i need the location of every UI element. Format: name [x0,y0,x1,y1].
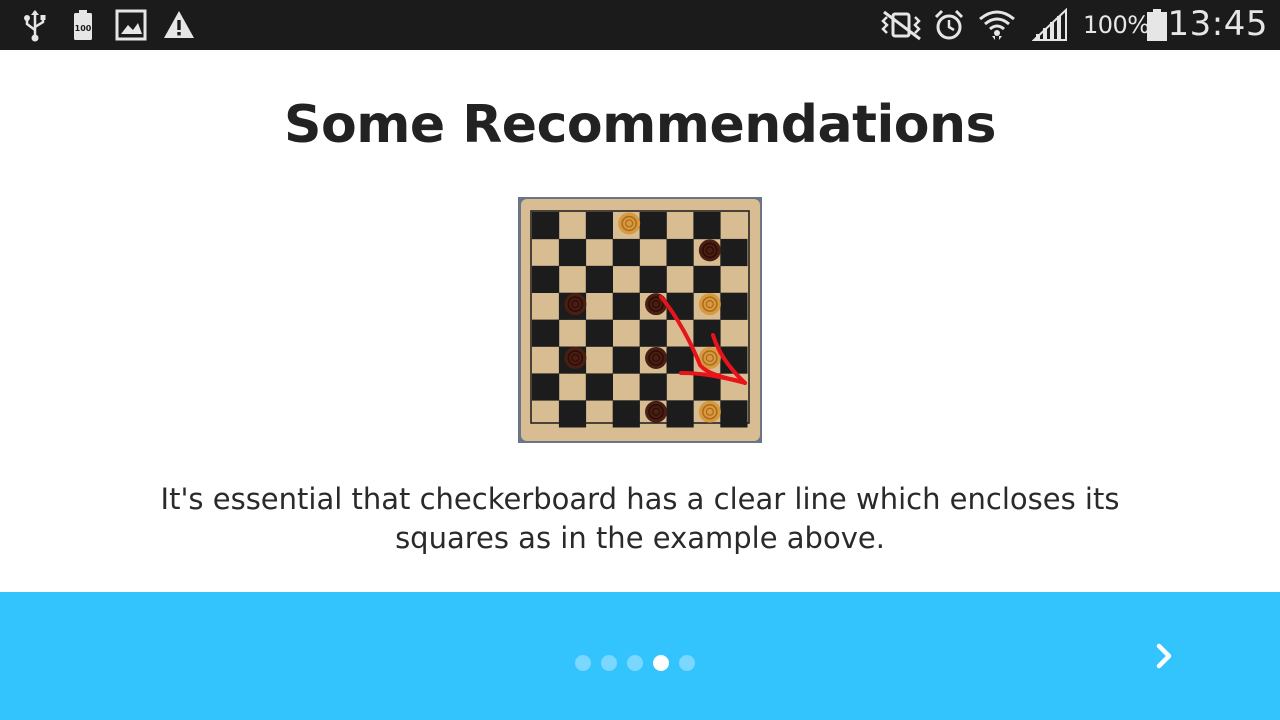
chevron-right-icon [1156,643,1172,669]
board-square [639,319,667,347]
battery-percent: 100% [1083,11,1150,39]
wifi-icon [979,10,1015,40]
alarm-icon [934,9,964,40]
dark-checker-piece [645,400,668,423]
light-checker-piece [698,400,721,423]
board-square [585,265,613,293]
clock: 13:45 [1167,4,1268,44]
light-checker-piece [698,293,721,316]
dark-checker-piece [564,346,587,369]
board-square [612,400,640,428]
board-square [666,346,694,374]
status-bar: 100 100% 13:45 [0,0,1280,50]
next-button[interactable] [1138,630,1190,682]
page-indicator [575,655,715,671]
cell-signal-icon [1032,8,1067,41]
page-dot-4[interactable] [653,655,669,671]
board-square [639,265,667,293]
board-square [612,292,640,320]
board-square [666,400,694,428]
dark-checker-piece [698,239,721,262]
board-square [585,319,613,347]
board-square [585,373,613,401]
svg-text:100: 100 [75,24,92,33]
light-checker-piece [618,212,641,235]
board-square [532,265,560,293]
battery-100-notification-icon: 100 [74,10,92,40]
dark-checker-piece [564,293,587,316]
board-square [639,212,667,240]
board-square [585,212,613,240]
board-square [532,319,560,347]
board-square [612,238,640,267]
board-square [639,373,667,401]
board-square [558,238,587,267]
board-square [612,346,640,374]
dark-checker-piece [645,293,668,316]
image-icon [115,9,147,41]
page-dot-2[interactable] [601,655,617,671]
description-text: It's essential that checkerboard has a c… [160,482,1120,555]
dark-checker-piece [645,346,668,369]
board-square [720,400,748,428]
page-title: Some Recommendations [284,95,996,155]
usb-icon [24,10,46,42]
page-dot-5[interactable] [679,655,695,671]
warning-icon [164,11,194,38]
board-square [720,292,748,320]
board-square [693,265,721,293]
page-dot-3[interactable] [627,655,643,671]
checkerboard-image [518,197,762,443]
board-square [532,212,560,240]
battery-icon [1147,9,1167,41]
page-dot-1[interactable] [575,655,591,671]
board-square [693,212,721,240]
checkerboard-illustration [518,197,762,443]
board-square [666,238,694,267]
board-square [558,400,587,428]
board-square [532,373,560,401]
board-square [720,238,748,267]
vibrate-mode-icon [881,10,921,41]
